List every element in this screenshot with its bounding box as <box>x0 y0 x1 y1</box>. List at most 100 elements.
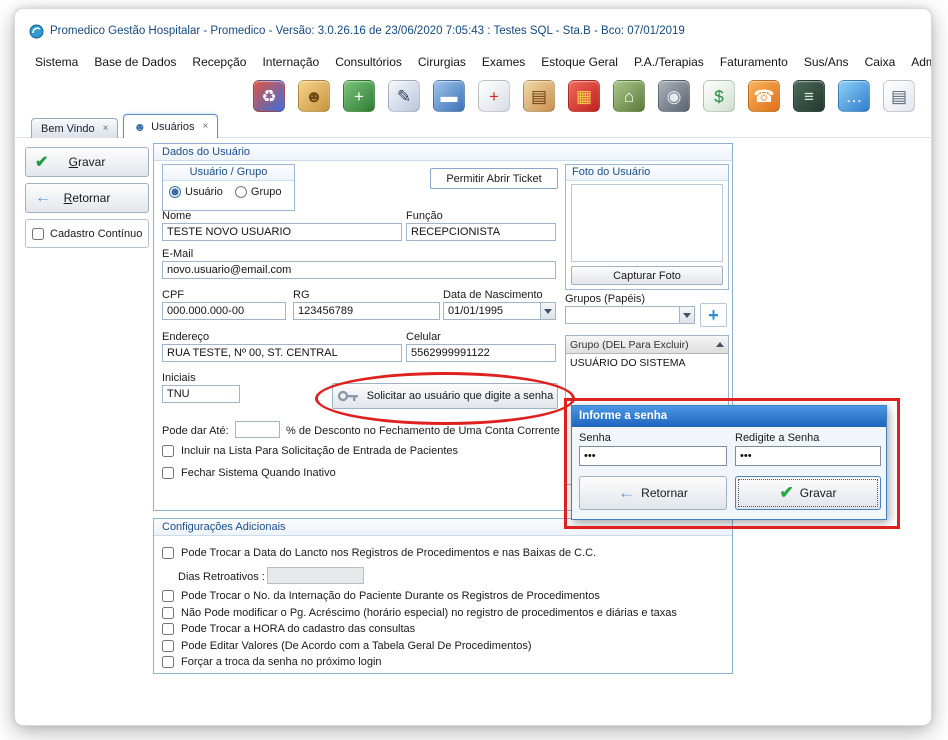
cadastro-continuo-label: Cadastro Contínuo <box>50 228 142 240</box>
fechar-sistema-checkbox[interactable] <box>162 467 174 479</box>
nao-modificar-acrescimo-checkbox[interactable] <box>162 607 174 619</box>
grupos-papeis-combo[interactable] <box>565 306 695 324</box>
foto-usuario-groupbox: Foto do Usuário Capturar Foto <box>565 164 729 290</box>
endereco-input[interactable] <box>162 344 402 362</box>
popup-retornar-button[interactable]: ← Retornar <box>579 476 727 510</box>
chevron-down-icon[interactable] <box>679 307 694 323</box>
check-icon: ✔ <box>35 152 48 172</box>
email-input[interactable] <box>162 261 556 279</box>
permitir-abrir-ticket-button[interactable]: Permitir Abrir Ticket <box>430 168 558 189</box>
hospital-bed-icon[interactable]: ▬ <box>433 80 465 112</box>
desconto-suffix-label: % de Desconto no Fechamento de Uma Conta… <box>286 425 560 437</box>
menu-base-de-dados[interactable]: Base de Dados <box>86 51 184 73</box>
popup-retornar-label: Retornar <box>641 486 688 500</box>
redigite-senha-input[interactable] <box>735 446 881 466</box>
celular-label: Celular <box>406 331 441 343</box>
medical-record-icon[interactable]: ✎ <box>388 80 420 112</box>
tab-bar: Bem Vindo×☻Usuários× <box>31 113 218 138</box>
billing-calendar-icon[interactable]: $ <box>703 80 735 112</box>
tab-bem-vindo[interactable]: Bem Vindo× <box>31 118 118 138</box>
senha-input[interactable] <box>579 446 727 466</box>
tab-close-icon[interactable]: × <box>103 123 109 134</box>
document-icon[interactable]: ▤ <box>883 80 915 112</box>
dias-retroativos-label: Dias Retroativos : <box>178 571 265 583</box>
gravar-button[interactable]: ✔ Gravar <box>25 147 149 177</box>
menu-exames[interactable]: Exames <box>474 51 533 73</box>
grupo-list-header[interactable]: Grupo (DEL Para Excluir) <box>566 336 728 354</box>
celular-input[interactable] <box>406 344 556 362</box>
add-grupo-button[interactable]: + <box>700 303 727 327</box>
usuario-grupo-title: Usuário / Grupo <box>163 165 294 181</box>
plus-icon: + <box>708 305 719 326</box>
tab-close-icon[interactable]: × <box>203 121 209 132</box>
rg-label: RG <box>293 289 310 301</box>
capturar-foto-button[interactable]: Capturar Foto <box>571 266 723 285</box>
menu-p-a-terapias[interactable]: P.A./Terapias <box>626 51 712 73</box>
rg-input[interactable] <box>293 302 440 320</box>
app-logo-icon <box>29 24 44 39</box>
ambulance-icon[interactable]: + <box>478 80 510 112</box>
menu-recep-o[interactable]: Recepção <box>184 51 254 73</box>
menu-administra[interactable]: Administra <box>903 51 931 73</box>
safe-icon[interactable]: ◉ <box>658 80 690 112</box>
radio-usuario[interactable]: Usuário <box>169 186 223 198</box>
menu-estoque-geral[interactable]: Estoque Geral <box>533 51 626 73</box>
popup-gravar-label: Gravar <box>800 486 837 500</box>
sync-icon[interactable]: ♻ <box>253 80 285 112</box>
phone-icon[interactable]: ☎ <box>748 80 780 112</box>
forcar-troca-senha-checkbox[interactable] <box>162 656 174 668</box>
nascimento-combo[interactable]: 01/01/1995 <box>443 302 556 320</box>
patients-icon[interactable]: ☻ <box>298 80 330 112</box>
iniciais-label: Iniciais <box>162 372 196 384</box>
funcao-input[interactable] <box>406 223 556 241</box>
cpf-input[interactable] <box>162 302 286 320</box>
trocar-data-lancto-checkbox[interactable] <box>162 547 174 559</box>
grupo-radio-input[interactable] <box>235 186 247 198</box>
solicitar-senha-label: Solicitar ao usuário que digite a senha <box>367 390 554 402</box>
menu-cirurgias[interactable]: Cirurgias <box>410 51 474 73</box>
usuario-radio-input[interactable] <box>169 186 181 198</box>
config-adicionais-panel: Configurações Adicionais Pode Trocar a D… <box>153 518 733 674</box>
iniciais-input[interactable] <box>162 385 240 403</box>
key-icon <box>337 389 361 403</box>
menu-consult-rios[interactable]: Consultórios <box>327 51 410 73</box>
menu-faturamento[interactable]: Faturamento <box>712 51 796 73</box>
menu-caixa[interactable]: Caixa <box>857 51 904 73</box>
config-check4-row: Pode Trocar a HORA do cadastro das consu… <box>162 623 415 635</box>
trocar-hora-checkbox[interactable] <box>162 623 174 635</box>
grupo-list-item[interactable]: USUÁRIO DO SISTEMA <box>566 354 728 371</box>
dias-retroativos-input <box>267 567 364 584</box>
incluir-lista-checkbox[interactable] <box>162 445 174 457</box>
grupos-papeis-label: Grupos (Papéis) <box>565 293 645 305</box>
popup-gravar-button[interactable]: ✔ Gravar <box>735 476 881 510</box>
grupo-list-body: USUÁRIO DO SISTEMA <box>566 354 728 371</box>
menu-sistema[interactable]: Sistema <box>27 51 86 73</box>
trocar-hora-label: Pode Trocar a HORA do cadastro das consu… <box>181 623 415 635</box>
desconto-input[interactable] <box>235 421 280 438</box>
chat-icon[interactable]: … <box>838 80 870 112</box>
window-title: Promedico Gestão Hospitalar - Promedico … <box>50 25 685 37</box>
incluir-lista-row: Incluir na Lista Para Solicitação de Ent… <box>162 445 458 457</box>
solicitar-senha-button[interactable]: Solicitar ao usuário que digite a senha <box>332 383 558 409</box>
informe-senha-title: Informe a senha <box>572 406 886 427</box>
incluir-lista-label: Incluir na Lista Para Solicitação de Ent… <box>181 445 458 457</box>
cadastro-continuo-checkbox[interactable] <box>32 228 44 240</box>
book-icon[interactable]: ≡ <box>793 80 825 112</box>
pharmacy-icon[interactable]: ⌂ <box>613 80 645 112</box>
chevron-down-icon[interactable] <box>540 303 555 319</box>
radio-grupo[interactable]: Grupo <box>235 186 282 198</box>
tab-usuários[interactable]: ☻Usuários× <box>123 114 218 138</box>
pode-dar-ate-label: Pode dar Até: <box>162 425 229 437</box>
menu-interna-o[interactable]: Internação <box>254 51 327 73</box>
trocar-internacao-checkbox[interactable] <box>162 590 174 602</box>
menu-sus-ans[interactable]: Sus/Ans <box>796 51 857 73</box>
sort-up-icon <box>716 342 724 347</box>
arrow-left-icon: ← <box>618 483 635 503</box>
doctor-icon[interactable]: + <box>343 80 375 112</box>
retornar-button[interactable]: ← Retornar <box>25 183 149 213</box>
supplies-gift-icon[interactable]: ▦ <box>568 80 600 112</box>
email-label: E-Mail <box>162 248 193 260</box>
reports-icon[interactable]: ▤ <box>523 80 555 112</box>
nome-input[interactable] <box>162 223 402 241</box>
editar-valores-checkbox[interactable] <box>162 640 174 652</box>
